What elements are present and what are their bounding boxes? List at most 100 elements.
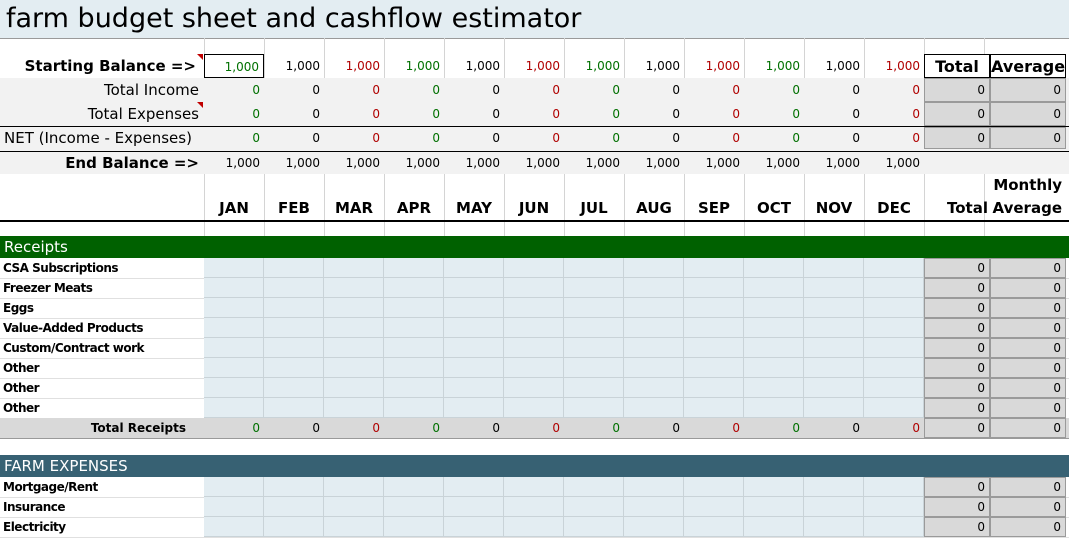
income-average-cell[interactable]: 0 [990,78,1066,102]
month-input-cell[interactable] [864,318,924,338]
row-average-cell[interactable]: 0 [990,497,1066,517]
expenses-cell[interactable]: 0 [504,102,564,126]
net-cell[interactable]: 0 [624,127,684,149]
month-input-cell[interactable] [684,477,744,497]
row-average-cell[interactable]: 0 [990,278,1066,298]
month-input-cell[interactable] [324,298,384,318]
month-input-cell[interactable] [204,358,264,378]
month-input-cell[interactable] [864,378,924,398]
month-input-cell[interactable] [264,398,324,418]
month-input-cell[interactable] [804,378,864,398]
month-input-cell[interactable] [624,258,684,278]
month-input-cell[interactable] [324,497,384,517]
row-total-cell[interactable]: 0 [924,298,990,318]
income-cell[interactable]: 0 [684,78,744,102]
month-input-cell[interactable] [864,298,924,318]
month-input-cell[interactable] [624,398,684,418]
expenses-cell[interactable]: 0 [864,102,924,126]
month-input-cell[interactable] [324,398,384,418]
row-total-cell[interactable]: 0 [924,378,990,398]
month-input-cell[interactable] [324,258,384,278]
month-input-cell[interactable] [864,517,924,537]
month-input-cell[interactable] [504,358,564,378]
month-input-cell[interactable] [324,517,384,537]
row-average-cell[interactable]: 0 [990,517,1066,537]
month-input-cell[interactable] [264,298,324,318]
month-input-cell[interactable] [684,378,744,398]
month-input-cell[interactable] [564,338,624,358]
row-total-cell[interactable]: 0 [924,278,990,298]
month-input-cell[interactable] [384,497,444,517]
expenses-cell[interactable]: 0 [324,102,384,126]
expenses-cell[interactable]: 0 [744,102,804,126]
receipts-month-total-cell[interactable]: 0 [864,418,924,438]
month-input-cell[interactable] [564,517,624,537]
month-input-cell[interactable] [684,497,744,517]
month-input-cell[interactable] [624,278,684,298]
month-input-cell[interactable] [204,338,264,358]
end-balance-cell[interactable]: 1,000 [264,152,324,174]
month-input-cell[interactable] [324,378,384,398]
month-input-cell[interactable] [624,497,684,517]
net-total-cell[interactable]: 0 [924,127,990,149]
row-average-cell[interactable]: 0 [990,398,1066,418]
month-input-cell[interactable] [804,358,864,378]
month-input-cell[interactable] [204,298,264,318]
net-cell[interactable]: 0 [864,127,924,149]
month-input-cell[interactable] [444,477,504,497]
row-average-cell[interactable]: 0 [990,477,1066,497]
month-input-cell[interactable] [324,477,384,497]
row-average-cell[interactable]: 0 [990,338,1066,358]
month-input-cell[interactable] [264,338,324,358]
starting-balance-cell[interactable]: 1,000 [804,54,864,78]
month-input-cell[interactable] [204,398,264,418]
month-input-cell[interactable] [564,378,624,398]
row-total-cell[interactable]: 0 [924,497,990,517]
month-input-cell[interactable] [324,278,384,298]
row-total-cell[interactable]: 0 [924,477,990,497]
month-input-cell[interactable] [504,318,564,338]
income-cell[interactable]: 0 [324,78,384,102]
month-input-cell[interactable] [444,398,504,418]
month-input-cell[interactable] [804,517,864,537]
end-balance-cell[interactable]: 1,000 [204,152,264,174]
receipts-month-total-cell[interactable]: 0 [804,418,864,438]
month-input-cell[interactable] [564,258,624,278]
receipts-month-total-cell[interactable]: 0 [264,418,324,438]
month-input-cell[interactable] [684,338,744,358]
month-input-cell[interactable] [804,318,864,338]
row-total-cell[interactable]: 0 [924,398,990,418]
month-input-cell[interactable] [864,497,924,517]
expenses-cell[interactable]: 0 [684,102,744,126]
month-input-cell[interactable] [744,358,804,378]
income-cell[interactable]: 0 [804,78,864,102]
month-input-cell[interactable] [444,258,504,278]
month-input-cell[interactable] [624,517,684,537]
expenses-average-cell[interactable]: 0 [990,102,1066,126]
starting-balance-cell[interactable]: 1,000 [204,54,264,78]
income-cell[interactable]: 0 [624,78,684,102]
row-total-cell[interactable]: 0 [924,358,990,378]
month-input-cell[interactable] [624,298,684,318]
month-input-cell[interactable] [864,358,924,378]
receipts-month-total-cell[interactable]: 0 [624,418,684,438]
starting-balance-cell[interactable]: 1,000 [744,54,804,78]
month-input-cell[interactable] [804,477,864,497]
month-input-cell[interactable] [564,298,624,318]
month-input-cell[interactable] [204,497,264,517]
month-input-cell[interactable] [444,517,504,537]
month-input-cell[interactable] [204,378,264,398]
month-input-cell[interactable] [864,477,924,497]
month-input-cell[interactable] [864,258,924,278]
row-total-cell[interactable]: 0 [924,318,990,338]
row-average-cell[interactable]: 0 [990,358,1066,378]
end-balance-cell[interactable]: 1,000 [564,152,624,174]
month-input-cell[interactable] [384,517,444,537]
month-input-cell[interactable] [564,358,624,378]
row-total-cell[interactable]: 0 [924,258,990,278]
month-input-cell[interactable] [744,278,804,298]
income-cell[interactable]: 0 [384,78,444,102]
month-input-cell[interactable] [624,318,684,338]
month-input-cell[interactable] [624,477,684,497]
receipts-month-total-cell[interactable]: 0 [444,418,504,438]
